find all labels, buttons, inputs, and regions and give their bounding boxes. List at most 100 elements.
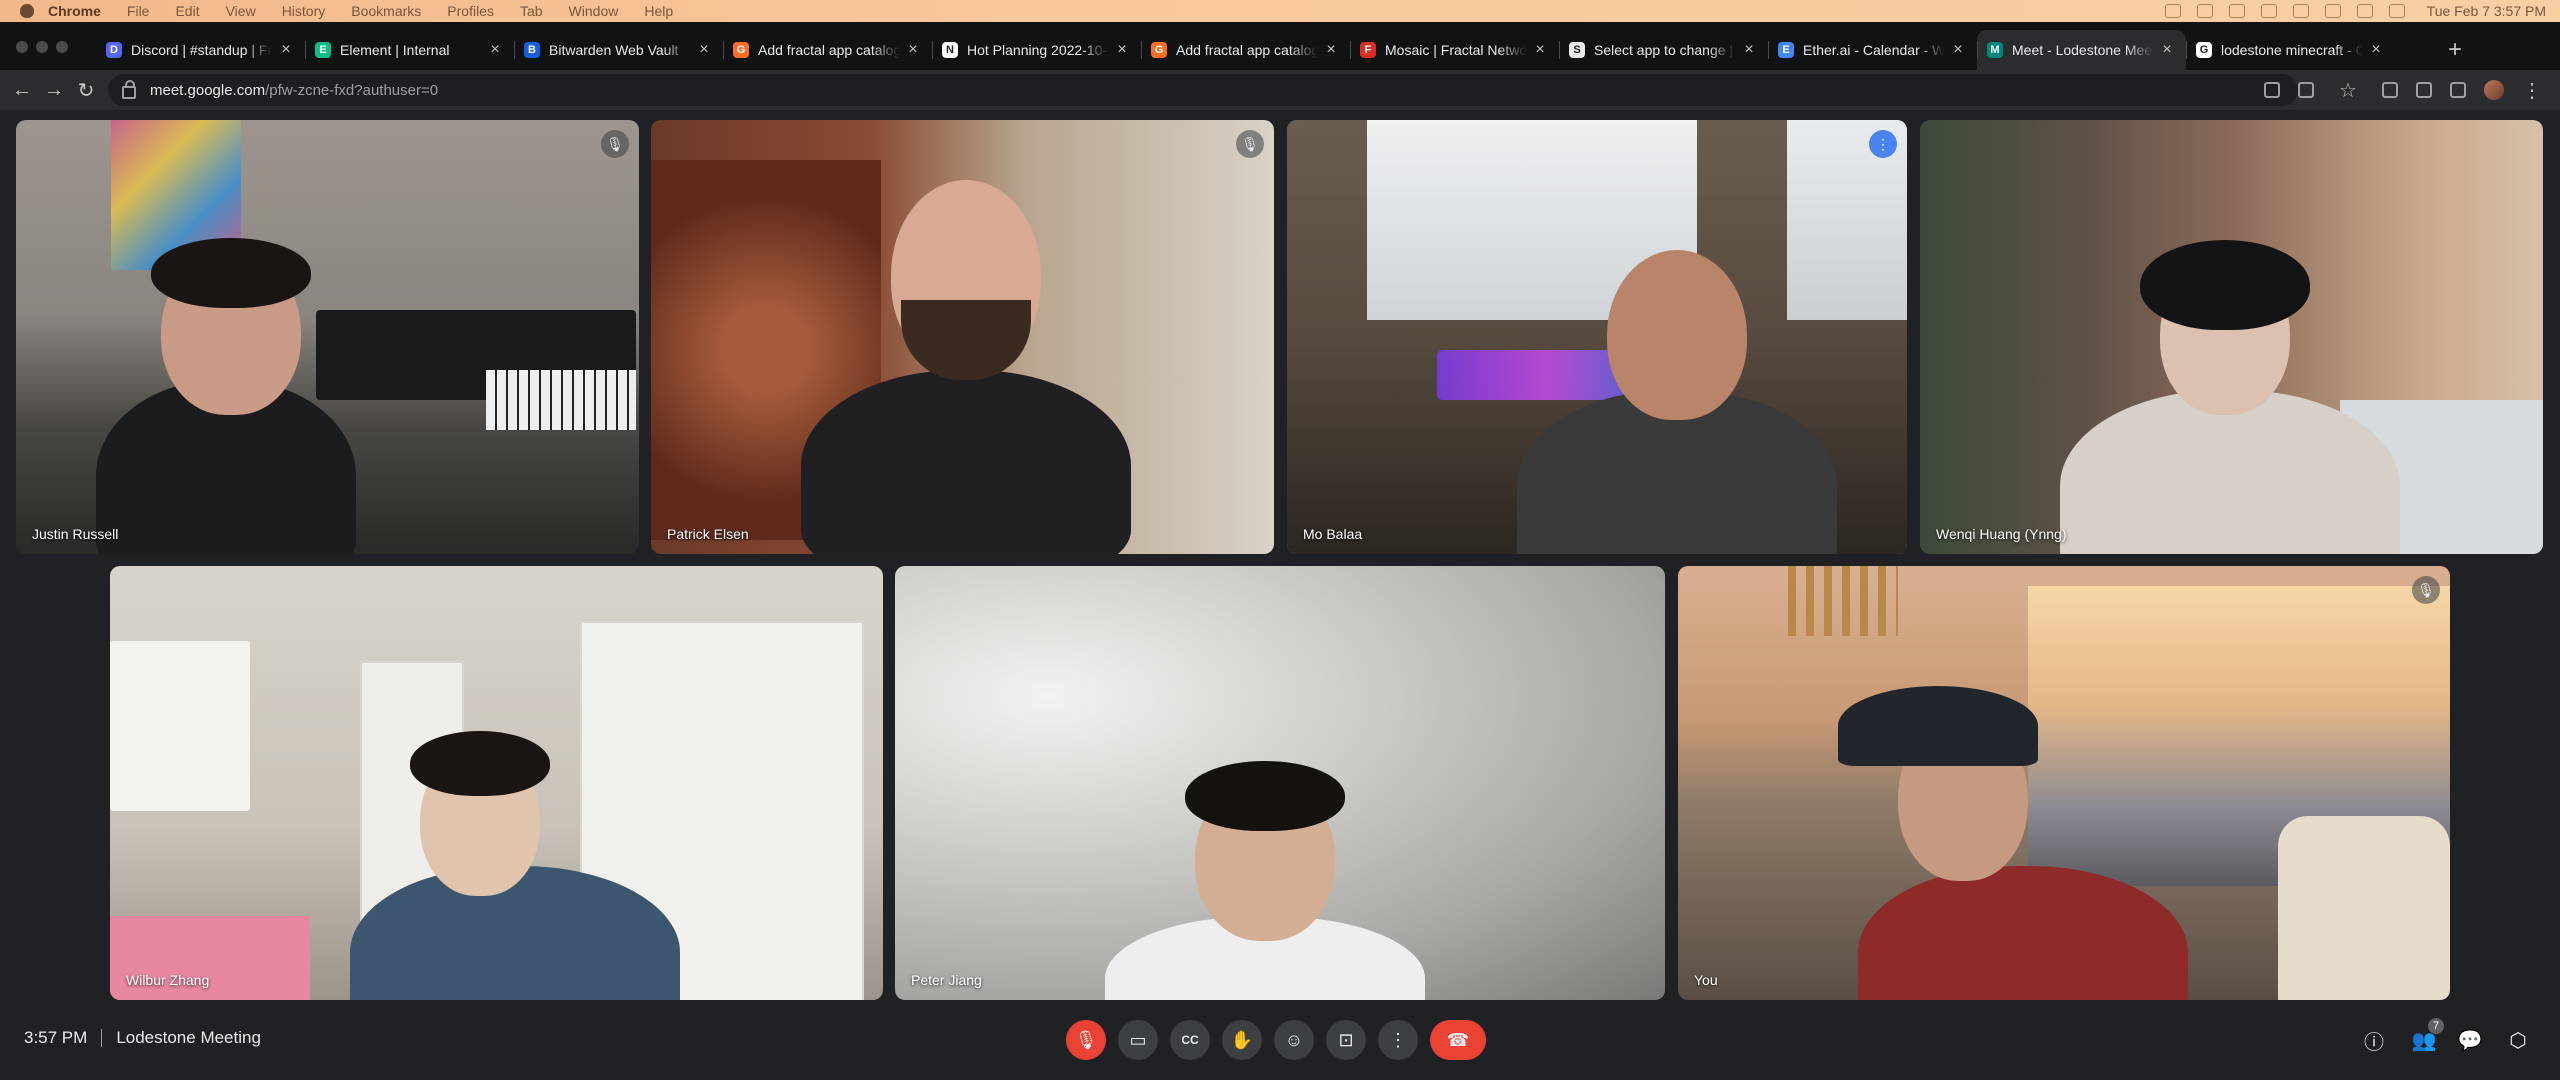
tab-strip: DDiscord | #standup | Fract×EElement | I… [0, 22, 2560, 77]
participant-tile[interactable]: Peter Jiang [895, 566, 1665, 1000]
close-window-button[interactable] [16, 41, 28, 53]
captions-icon[interactable]: CC [1170, 1020, 1210, 1060]
chrome-menu-icon[interactable]: ⋮ [2522, 78, 2542, 103]
meeting-controls-bar: 3:57 PM Lodestone Meeting 🎙 ▭ CC ✋ ☺ ⊡ ⋮… [0, 1010, 2560, 1070]
menu-bookmarks[interactable]: Bookmarks [351, 3, 421, 19]
battery-icon[interactable] [2292, 4, 2309, 18]
wifi-icon[interactable] [2324, 4, 2341, 18]
mic-off-icon[interactable]: 🎙 [1066, 1020, 1106, 1060]
tab-title: Meet - Lodestone Mee [2012, 42, 2153, 58]
browser-tab[interactable]: G Add fractal app catalog fil × [1141, 30, 1350, 70]
end-call-icon[interactable]: ☎ [1430, 1020, 1486, 1060]
share-icon[interactable] [2298, 82, 2314, 98]
status-icon[interactable] [2164, 4, 2181, 18]
status-icon[interactable] [2196, 4, 2213, 18]
close-tab-icon[interactable]: × [695, 41, 713, 59]
close-tab-icon[interactable]: × [1322, 41, 1340, 59]
more-options-icon[interactable]: ⋮ [1378, 1020, 1418, 1060]
extensions-puzzle-icon[interactable] [2416, 82, 2432, 98]
person-hair [2140, 240, 2310, 330]
participant-name: Peter Jiang [911, 972, 982, 988]
browser-tab[interactable]: M Meet - Lodestone Mee × [1977, 30, 2186, 70]
camera-in-use-icon[interactable] [2264, 82, 2280, 98]
menu-edit[interactable]: Edit [175, 3, 199, 19]
participant-tile-self[interactable]: 🎙 You [1678, 566, 2450, 1000]
present-screen-icon[interactable]: ⊡ [1326, 1020, 1366, 1060]
side-panel-icon[interactable] [2450, 82, 2466, 98]
close-tab-icon[interactable]: × [1740, 41, 1758, 59]
close-tab-icon[interactable]: × [2367, 41, 2385, 59]
emoji-reaction-icon[interactable]: ☺ [1274, 1020, 1314, 1060]
menu-tab[interactable]: Tab [520, 3, 543, 19]
participant-tile[interactable]: 🎙 Justin Russell [16, 120, 639, 554]
browser-tab[interactable]: E Ether.ai - Calendar - Week× [1768, 30, 1977, 70]
control-center-icon[interactable] [2388, 4, 2405, 18]
apple-icon[interactable] [20, 4, 34, 18]
menu-app-name[interactable]: Chrome [48, 3, 101, 19]
lock-icon[interactable] [122, 79, 136, 99]
bluetooth-icon[interactable] [2260, 4, 2277, 18]
close-tab-icon[interactable]: × [1949, 41, 1967, 59]
address-bar[interactable]: meet.google.com/pfw-zcne-fxd?authuser=0 [108, 74, 2298, 106]
people-icon[interactable]: 👥 7 [2410, 1018, 2444, 1054]
close-tab-icon[interactable]: × [277, 41, 295, 59]
meeting-info-icon[interactable]: ⓘ [2360, 1026, 2388, 1054]
menu-window[interactable]: Window [569, 3, 619, 19]
browser-tab[interactable]: F Mosaic | Fractal Networks× [1350, 30, 1559, 70]
menu-help[interactable]: Help [644, 3, 673, 19]
participant-tile[interactable]: 🎙 Patrick Elsen [651, 120, 1274, 554]
tab-favicon-icon: E [315, 42, 331, 58]
camera-icon[interactable]: ▭ [1118, 1020, 1158, 1060]
tab-title: Hot Planning 2022-10-14 [967, 42, 1109, 58]
activities-icon[interactable]: ⬡ [2504, 1026, 2532, 1054]
close-tab-icon[interactable]: × [904, 41, 922, 59]
back-icon[interactable]: ← [6, 79, 38, 102]
tab-title: Select app to change | Dja [1594, 42, 1736, 58]
menu-file[interactable]: File [127, 3, 150, 19]
profile-avatar[interactable] [2484, 80, 2504, 100]
browser-tab[interactable]: E Element | Internal × [305, 30, 514, 70]
tab-favicon-icon: N [942, 42, 958, 58]
new-tab-button[interactable]: + [2448, 36, 2462, 64]
menu-view[interactable]: View [226, 3, 256, 19]
participant-name: Mo Balaa [1303, 526, 1363, 542]
mic-off-icon: 🎙 [2412, 576, 2440, 604]
browser-tab[interactable]: Glodestone minecraft - Goo× [2186, 30, 2395, 70]
participant-name: Patrick Elsen [667, 526, 749, 542]
participant-tile-active-speaker[interactable]: ⋮ Mo Balaa [1287, 120, 1907, 554]
close-tab-icon[interactable]: × [486, 41, 504, 59]
browser-tab[interactable]: S Select app to change | Dja× [1559, 30, 1768, 70]
participant-tile[interactable]: Wenqi Huang (Ynng) [1920, 120, 2543, 554]
speaking-indicator-icon: ⋮ [1869, 130, 1897, 158]
mic-off-icon: 🎙 [601, 130, 629, 158]
url-path: /pfw-zcne-fxd?authuser=0 [265, 81, 439, 99]
menu-profiles[interactable]: Profiles [447, 3, 494, 19]
participant-tile[interactable]: Wilbur Zhang [110, 566, 883, 1000]
close-tab-icon[interactable]: × [2158, 41, 2176, 59]
close-tab-icon[interactable]: × [1531, 41, 1549, 59]
browser-toolbar: ← → ↻ meet.google.com/pfw-zcne-fxd?authu… [0, 70, 2560, 110]
bookmark-star-icon[interactable]: ☆ [2332, 78, 2364, 103]
zoom-window-button[interactable] [56, 41, 68, 53]
chat-icon[interactable]: 💬 [2456, 1026, 2484, 1054]
minimize-window-button[interactable] [36, 41, 48, 53]
tab-title: Add fractal app catalog fil [1176, 42, 1318, 58]
forward-icon[interactable]: → [38, 79, 70, 102]
browser-tab[interactable]: G Add fractal app catalog fil × [723, 30, 932, 70]
browser-tab[interactable]: B Bitwarden Web Vault × [514, 30, 723, 70]
search-icon[interactable] [2356, 4, 2373, 18]
macos-menubar: Chrome File Edit View History Bookmarks … [0, 0, 2560, 22]
browser-tab[interactable]: N Hot Planning 2022-10-14 × [932, 30, 1141, 70]
person-hair [151, 238, 311, 308]
extension-icon[interactable] [2382, 82, 2398, 98]
divider [101, 1029, 103, 1047]
reload-icon[interactable]: ↻ [70, 78, 102, 103]
menu-history[interactable]: History [282, 3, 326, 19]
browser-tab[interactable]: D Discord | #standup | Fract× [96, 30, 305, 70]
status-icon[interactable] [2228, 4, 2245, 18]
menubar-clock[interactable]: Tue Feb 7 3:57 PM [2427, 3, 2546, 19]
raise-hand-icon[interactable]: ✋ [1222, 1020, 1262, 1060]
url-host: meet.google.com [150, 81, 266, 99]
participant-name: You [1694, 972, 1718, 988]
close-tab-icon[interactable]: × [1113, 41, 1131, 59]
